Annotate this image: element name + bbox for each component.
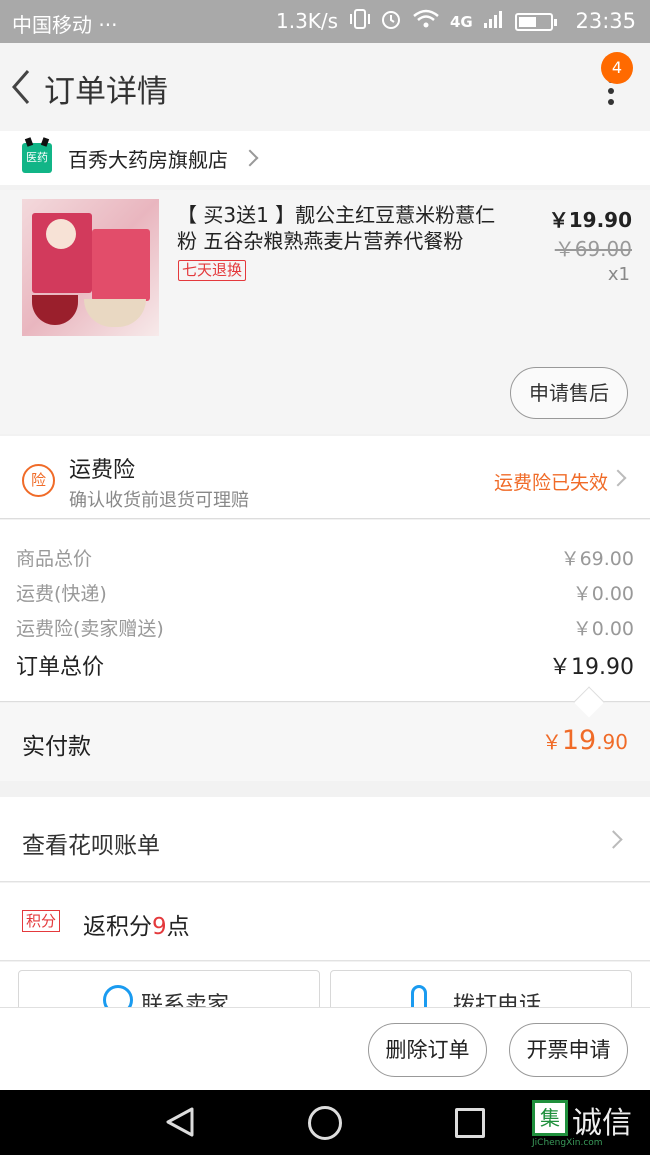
points-suffix: 点: [166, 914, 190, 940]
points-number: 9: [152, 914, 167, 940]
contact-area: 联系卖家 拨打电话: [0, 962, 650, 1012]
clock-label: 23:35: [575, 9, 636, 33]
points-text: 返积分9点: [83, 907, 190, 941]
points-tag: 积分: [22, 910, 61, 932]
summary-row: 运费(快递) ￥0.00: [16, 579, 634, 606]
insurance-status: 运费险已失效: [493, 472, 608, 494]
watermark-logo: 集 诚信 JiChengXin.com: [532, 1096, 650, 1150]
carrier-label: 中国移动 ···: [12, 13, 118, 37]
amount-decimal: .90: [596, 730, 628, 754]
system-recent-apps-icon[interactable]: [455, 1108, 485, 1138]
summary-label: 商品总价: [16, 548, 93, 570]
amount-integer: 19: [561, 725, 597, 756]
battery-icon: [514, 12, 557, 31]
insurance-subtitle: 确认收货前退货可理赔: [69, 490, 249, 511]
points-prefix: 返积分: [83, 914, 152, 940]
huabei-bill-label: 查看花呗账单: [22, 833, 160, 859]
shipping-insurance-row[interactable]: 险 运费险 确认收货前退货可理赔 运费险已失效: [0, 436, 650, 519]
call-phone-button[interactable]: 拨打电话: [330, 970, 632, 1012]
summary-row: 运费险(卖家赠送) ￥0.00: [16, 614, 634, 641]
network-type-label: 4G: [450, 12, 473, 31]
product-item[interactable]: 【 买3送1 】靓公主红豆薏米粉薏仁粉 五谷杂粮熟燕麦片营养代餐粉 七天退换 ￥…: [0, 190, 650, 434]
chevron-right-icon: [241, 149, 259, 167]
net-speed-label: 1.3K/s: [276, 9, 339, 33]
back-arrow-icon[interactable]: [8, 67, 38, 107]
notification-badge: 4: [601, 52, 633, 84]
status-bar: 中国移动 ··· 1.3K/s 4G 23:35: [0, 0, 650, 43]
shop-logo-icon: 医药: [22, 143, 52, 173]
summary-value: ￥0.00: [572, 618, 634, 640]
watermark-logo-mark: 集: [532, 1100, 568, 1136]
wifi-icon: [412, 9, 440, 34]
price-summary: 商品总价 ￥69.00 运费(快递) ￥0.00 运费险(卖家赠送) ￥0.00…: [0, 520, 650, 702]
page-title: 订单详情: [44, 74, 168, 110]
return-policy-tag: 七天退换: [178, 260, 247, 281]
system-nav-bar: 集 诚信 JiChengXin.com: [0, 1090, 650, 1155]
system-back-icon[interactable]: [164, 1106, 196, 1138]
product-price: ￥19.90: [548, 208, 632, 232]
insurance-title: 运费险: [69, 458, 136, 483]
nav-bar: 订单详情 4: [0, 43, 650, 131]
chevron-right-icon: [604, 830, 623, 849]
delete-order-button[interactable]: 删除订单: [368, 1023, 487, 1077]
signal-icon: [483, 9, 505, 34]
status-icons: 4G: [350, 8, 557, 35]
vibrate-icon: [350, 8, 370, 35]
apply-after-sale-button[interactable]: 申请售后: [510, 367, 628, 419]
system-home-icon[interactable]: [308, 1106, 342, 1140]
chevron-right-icon: [609, 469, 627, 487]
watermark-subtext: JiChengXin.com: [532, 1138, 603, 1148]
summary-label: 运费(快递): [16, 583, 107, 605]
summary-label: 运费险(卖家赠送): [16, 618, 164, 640]
watermark-text: 诚信: [572, 1106, 632, 1141]
product-quantity: x1: [607, 264, 630, 285]
product-original-price: ￥69.00: [554, 237, 632, 261]
invoice-request-button[interactable]: 开票申请: [509, 1023, 628, 1077]
currency-symbol: ￥: [541, 730, 562, 754]
points-row: 积分 返积分9点: [0, 883, 650, 961]
product-image: [22, 199, 159, 336]
insurance-icon: 险: [22, 464, 55, 497]
summary-value: ￥0.00: [572, 583, 634, 605]
huabei-bill-row[interactable]: 查看花呗账单: [0, 797, 650, 882]
shop-row[interactable]: 医药 百秀大药房旗舰店: [0, 131, 650, 185]
actual-payment-row: 实付款 ￥19.90: [0, 703, 650, 781]
bottom-action-bar: 删除订单 开票申请: [0, 1007, 650, 1090]
summary-value: ￥69.00: [560, 548, 634, 570]
product-title: 【 买3送1 】靓公主红豆薏米粉薏仁粉 五谷杂粮熟燕麦片营养代餐粉: [177, 203, 496, 253]
order-total-row: 订单总价 ￥19.90: [16, 649, 634, 681]
contact-seller-button[interactable]: 联系卖家: [18, 970, 320, 1012]
alarm-icon: [380, 8, 402, 35]
summary-row: 商品总价 ￥69.00: [16, 544, 634, 571]
order-total-label: 订单总价: [16, 655, 105, 680]
order-total-value: ￥19.90: [549, 655, 634, 680]
shop-name: 百秀大药房旗舰店: [68, 147, 228, 172]
actual-payment-label: 实付款: [22, 734, 91, 760]
actual-payment-amount: ￥19.90: [542, 725, 628, 756]
